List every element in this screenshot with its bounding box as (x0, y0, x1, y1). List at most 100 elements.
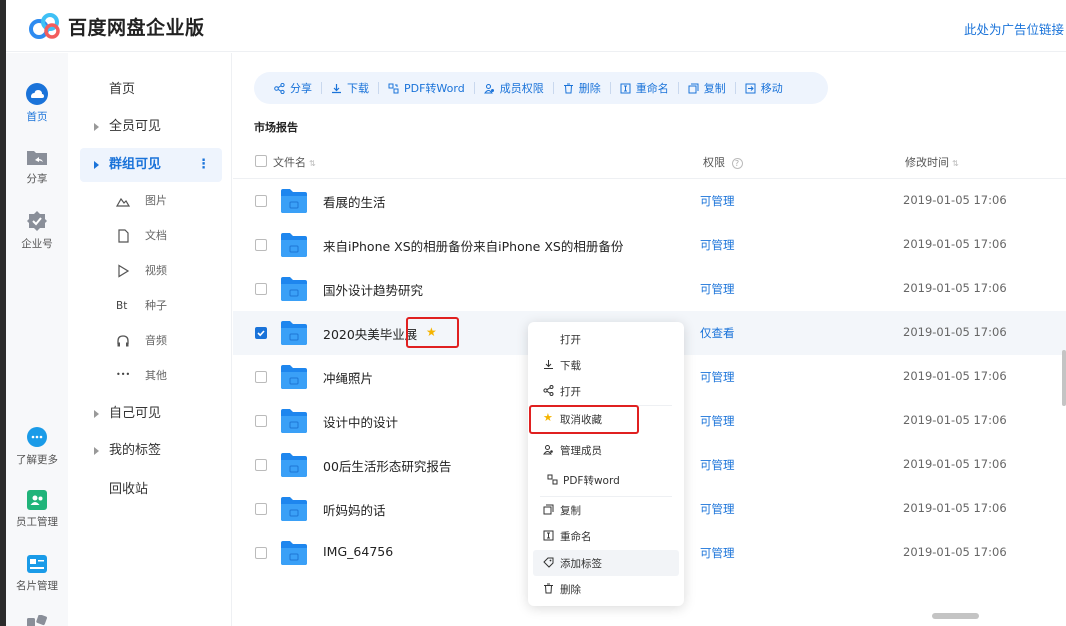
copy-button[interactable]: 复制 (688, 72, 726, 104)
file-name[interactable]: 听妈妈的话 (323, 500, 386, 519)
folder-icon (281, 453, 307, 477)
row-checkbox[interactable] (255, 283, 267, 295)
baidu-netdisk-logo-icon (29, 13, 60, 39)
file-name[interactable]: 00后生活形态研究报告 (323, 456, 451, 475)
row-checkbox[interactable] (255, 327, 267, 339)
file-name[interactable]: 冲绳照片 (323, 368, 373, 387)
toolbar-divider (609, 82, 611, 94)
toolbar-divider (552, 82, 554, 94)
rail-item-home[interactable]: 首页 (6, 83, 68, 124)
sort-icon[interactable]: ⇅ (309, 159, 316, 168)
menu-item-add-tag[interactable]: 添加标签 (533, 550, 679, 576)
row-checkbox[interactable] (255, 415, 267, 427)
permission-link[interactable]: 可管理 (700, 457, 735, 473)
row-checkbox[interactable] (255, 503, 267, 515)
menu-item-rename[interactable]: 重命名 (533, 523, 679, 549)
rename-button[interactable]: 重命名 (620, 72, 669, 104)
nav-item-self-visible[interactable]: 自己可见 (80, 399, 222, 429)
vertical-more-icon[interactable]: ⋮ (197, 148, 210, 182)
row-checkbox[interactable] (255, 195, 267, 207)
help-icon[interactable]: ? (731, 158, 743, 169)
more-apps-icon[interactable] (26, 615, 48, 626)
table-row[interactable]: 国外设计趋势研究 可管理 2019-01-05 17:06 (233, 267, 1066, 311)
card-icon (27, 555, 47, 573)
toolbar-label: 分享 (290, 82, 312, 95)
rail-label: 名片管理 (16, 580, 58, 592)
table-row[interactable]: 来自iPhone XS的相册备份来自iPhone XS的相册备份 可管理 2019-… (233, 223, 1066, 267)
menu-item-share[interactable]: 打开 (533, 378, 679, 404)
member-permission-button[interactable]: 成员权限 (483, 72, 544, 104)
secondary-nav: 首页 全员可见 群组可见 ⋮ 图片 文档 视频 Bt 种子 音频 ••• 其他 … (68, 53, 232, 626)
file-name[interactable]: 2020央美毕业展 (323, 324, 417, 343)
expand-caret-icon[interactable] (94, 447, 99, 455)
nav-item-my-tags[interactable]: 我的标签 (80, 436, 222, 466)
table-row[interactable]: 看展的生活 可管理 2019-01-05 17:06 (233, 179, 1066, 223)
menu-item-delete[interactable]: 删除 (533, 576, 679, 602)
members-icon (543, 445, 553, 455)
app-window: 百度网盘企业版 此处为广告位链接 首页 分享 企业号 了解更多 员工管理 名片管… (0, 0, 1066, 626)
pdf-to-word-button[interactable]: PDF转Word (388, 72, 465, 104)
ad-link[interactable]: 此处为广告位链接 (964, 19, 1064, 38)
nav-item-home[interactable]: 首页 (80, 75, 222, 105)
permission-link[interactable]: 仅查看 (700, 325, 735, 341)
rail-item-learn-more[interactable]: 了解更多 (6, 426, 68, 467)
permission-link[interactable]: 可管理 (700, 413, 735, 429)
vertical-scrollbar[interactable] (1062, 350, 1066, 406)
file-name[interactable]: 设计中的设计 (323, 412, 398, 431)
folder-icon (281, 409, 307, 433)
expand-caret-icon[interactable] (94, 161, 99, 169)
select-all-checkbox[interactable] (255, 155, 267, 167)
toolbar-divider (321, 82, 322, 94)
breadcrumb[interactable]: 市场报告 (254, 119, 298, 135)
file-name[interactable]: 看展的生活 (323, 192, 386, 211)
sort-icon[interactable]: ⇅ (952, 159, 959, 168)
file-name[interactable]: 国外设计趋势研究 (323, 280, 423, 299)
column-header-name[interactable]: 文件名 ⇅ (273, 154, 316, 170)
download-button[interactable]: 下载 (331, 72, 369, 104)
menu-label: 打开 (560, 334, 581, 346)
expand-caret-icon[interactable] (94, 123, 99, 131)
menu-item-pdf-word[interactable]: PDF转word (533, 467, 679, 493)
permission-link[interactable]: 可管理 (700, 369, 735, 385)
file-name[interactable]: IMG_64756 (323, 544, 393, 559)
delete-button[interactable]: 删除 (563, 72, 601, 104)
menu-item-open[interactable]: 打开 (533, 326, 679, 352)
rail-item-card[interactable]: 名片管理 (6, 554, 68, 593)
permission-link[interactable]: 可管理 (700, 281, 735, 297)
row-checkbox[interactable] (255, 371, 267, 383)
menu-label: 打开 (560, 386, 581, 398)
logo[interactable]: 百度网盘企业版 (28, 12, 205, 40)
share-button[interactable]: 分享 (274, 72, 312, 104)
expand-caret-icon[interactable] (94, 410, 99, 418)
permission-link[interactable]: 可管理 (700, 237, 735, 253)
nav-item-group-visible[interactable]: 群组可见 ⋮ (80, 148, 222, 182)
modified-time: 2019-01-05 17:06 (903, 501, 1007, 515)
row-checkbox[interactable] (255, 239, 267, 251)
menu-item-download[interactable]: 下载 (533, 352, 679, 378)
rail-item-staff[interactable]: 员工管理 (6, 490, 68, 529)
move-button[interactable]: 移动 (745, 72, 783, 104)
menu-item-copy[interactable]: 复制 (533, 497, 679, 523)
action-toolbar: 分享 下载 PDF转Word 成员权限 删除 重命名 复制 移动 (254, 72, 828, 104)
nav-item-recycle[interactable]: 回收站 (80, 475, 222, 505)
pdf-convert-icon (547, 474, 558, 485)
column-header-time[interactable]: 修改时间 ⇅ (905, 154, 959, 170)
rail-label: 分享 (26, 173, 48, 185)
toolbar-divider (473, 82, 475, 94)
menu-item-manage-members[interactable]: 管理成员 (533, 437, 679, 463)
permission-link[interactable]: 可管理 (700, 193, 735, 209)
rail-item-share[interactable]: 分享 (6, 147, 68, 186)
menu-label: 删除 (560, 584, 581, 596)
row-checkbox[interactable] (255, 459, 267, 471)
nav-item-all-visible[interactable]: 全员可见 (80, 112, 222, 142)
permission-link[interactable]: 可管理 (700, 501, 735, 517)
nav-label: 全员可见 (109, 119, 162, 134)
rail-item-enterprise[interactable]: 企业号 (6, 210, 68, 251)
folder-icon (281, 277, 307, 301)
file-name[interactable]: 来自iPhone XS的相册备份来自iPhone XS的相册备份 (323, 236, 623, 255)
row-checkbox[interactable] (255, 547, 267, 559)
toolbar-divider (378, 82, 379, 94)
header: 百度网盘企业版 此处为广告位链接 (6, 0, 1066, 52)
permission-link[interactable]: 可管理 (700, 545, 735, 561)
horizontal-scrollbar[interactable] (932, 613, 979, 619)
